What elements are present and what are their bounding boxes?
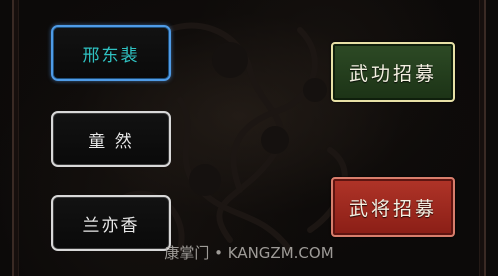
name-option-1[interactable]: 邢东裴 — [51, 25, 171, 81]
name-option-2[interactable]: 童 然 — [51, 111, 171, 167]
watermark: 康掌门 • KANGZM.COM — [164, 244, 334, 262]
game-screen: 邢东裴 童 然 兰亦香 武功招募 武将招募 康掌门 • KANGZM.COM — [0, 0, 498, 276]
wujiang-recruit-button[interactable]: 武将招募 — [331, 177, 455, 237]
wugong-recruit-button[interactable]: 武功招募 — [331, 42, 455, 102]
